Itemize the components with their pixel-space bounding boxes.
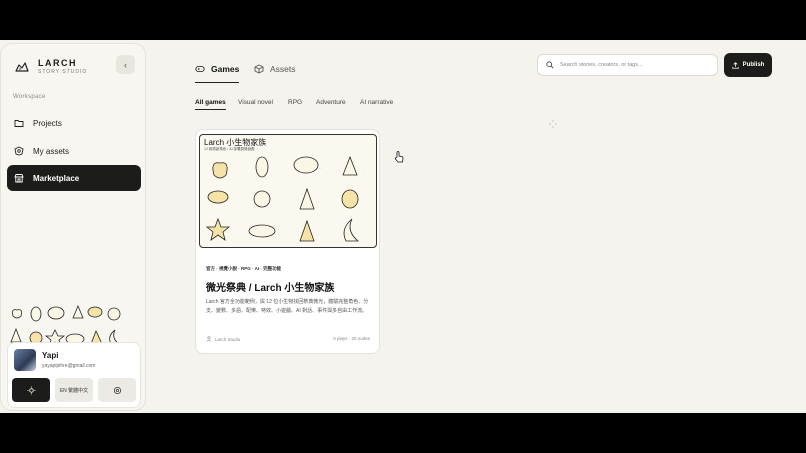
brand[interactable]: LARCH STORY STUDIO (14, 58, 87, 76)
settings-button[interactable] (98, 378, 136, 402)
gear-icon (113, 386, 121, 394)
user-name: Yapi (42, 351, 59, 360)
loading-indicator-icon (549, 120, 557, 128)
app-subtitle: STORY STUDIO (38, 69, 88, 75)
tab-assets[interactable]: Assets (254, 56, 296, 82)
hand-cursor-icon (394, 151, 404, 163)
tab-label: Assets (270, 64, 296, 74)
box-icon (254, 64, 264, 74)
sun-icon (26, 385, 36, 395)
search-icon (546, 61, 554, 69)
sidebar: LARCH STORY STUDIO ‹ Workspace Projects … (0, 43, 146, 411)
filter-all-games[interactable]: All games (195, 99, 226, 110)
sidebar-item-marketplace[interactable]: Marketplace (7, 165, 141, 191)
upload-icon (731, 61, 739, 69)
store-icon (14, 174, 24, 183)
mascots-illustration (10, 304, 121, 347)
creatures-illustration: · · · · (205, 155, 364, 242)
card-tags: 官方 · 視覺小說 · RPG · AI · 完整功能 (206, 266, 282, 271)
sidebar-item-my-assets[interactable]: My assets (7, 138, 141, 164)
sidebar-item-label: My assets (33, 146, 70, 156)
sidebar-item-projects[interactable]: Projects (7, 110, 141, 136)
user-icon (206, 336, 212, 342)
tab-label: Games (211, 64, 240, 74)
folder-icon (14, 120, 24, 127)
card-description: Larch 官方全功能範例，與 12 位小生物找回祭典微光，體驗完整角色、分支、… (206, 299, 369, 314)
user-card: Yapi yayapipihre@gmail.com EN 繁體中文 (7, 342, 141, 408)
game-card[interactable]: Larch 小生物家族 12 款原創角色 / AI 部署劇情遊戲 · · · ·… (195, 129, 380, 354)
filter-adventure[interactable]: Adventure (316, 99, 346, 109)
language-toggle-button[interactable]: EN 繁體中文 (55, 378, 93, 402)
svg-text:·: · (233, 166, 234, 170)
main-content: Games Assets Search stories, creators, o… (154, 40, 806, 413)
card-title: 微光祭典 / Larch 小生物家族 (206, 283, 335, 294)
collapse-sidebar-button[interactable]: ‹ (116, 55, 135, 74)
chevron-left-icon: ‹ (124, 59, 127, 70)
language-label: EN 繁體中文 (59, 387, 89, 394)
author-name: Larch Studio (215, 336, 241, 342)
app-window: LARCH STORY STUDIO ‹ Workspace Projects … (0, 40, 806, 413)
avatar[interactable] (14, 349, 36, 371)
publish-label: Publish (742, 62, 765, 68)
larch-logo-icon (15, 62, 29, 72)
gamepad-icon (195, 66, 205, 72)
game-cover-image: Larch 小生物家族 12 款原創角色 / AI 部署劇情遊戲 · · · · (199, 134, 377, 248)
search-input[interactable]: Search stories, creators, or tags... (537, 54, 718, 76)
app-name: LARCH (38, 58, 77, 68)
tab-games[interactable]: Games (195, 56, 240, 83)
card-stats: 0 plays · 20 nodes (333, 336, 370, 341)
badge-icon (14, 146, 24, 156)
cover-subtitle: 12 款原創角色 / AI 部署劇情遊戲 (204, 147, 255, 151)
sidebar-item-label: Marketplace (33, 173, 80, 183)
user-email: yayapipihre@gmail.com (42, 363, 96, 369)
filter-rpg[interactable]: RPG (288, 99, 302, 109)
card-author: Larch Studio (206, 336, 240, 342)
sidebar-item-label: Projects (33, 118, 62, 128)
svg-text:·: · (320, 166, 321, 170)
svg-text:·: · (277, 166, 278, 170)
svg-text:·: · (363, 166, 364, 170)
section-label-workspace: Workspace (13, 94, 46, 100)
theme-toggle-button[interactable] (12, 378, 50, 402)
filter-visual-novel[interactable]: Visual novel (238, 99, 273, 109)
filter-ai-narrative[interactable]: AI narrative (360, 99, 393, 109)
search-placeholder: Search stories, creators, or tags... (560, 62, 643, 68)
publish-button[interactable]: Publish (724, 53, 772, 77)
